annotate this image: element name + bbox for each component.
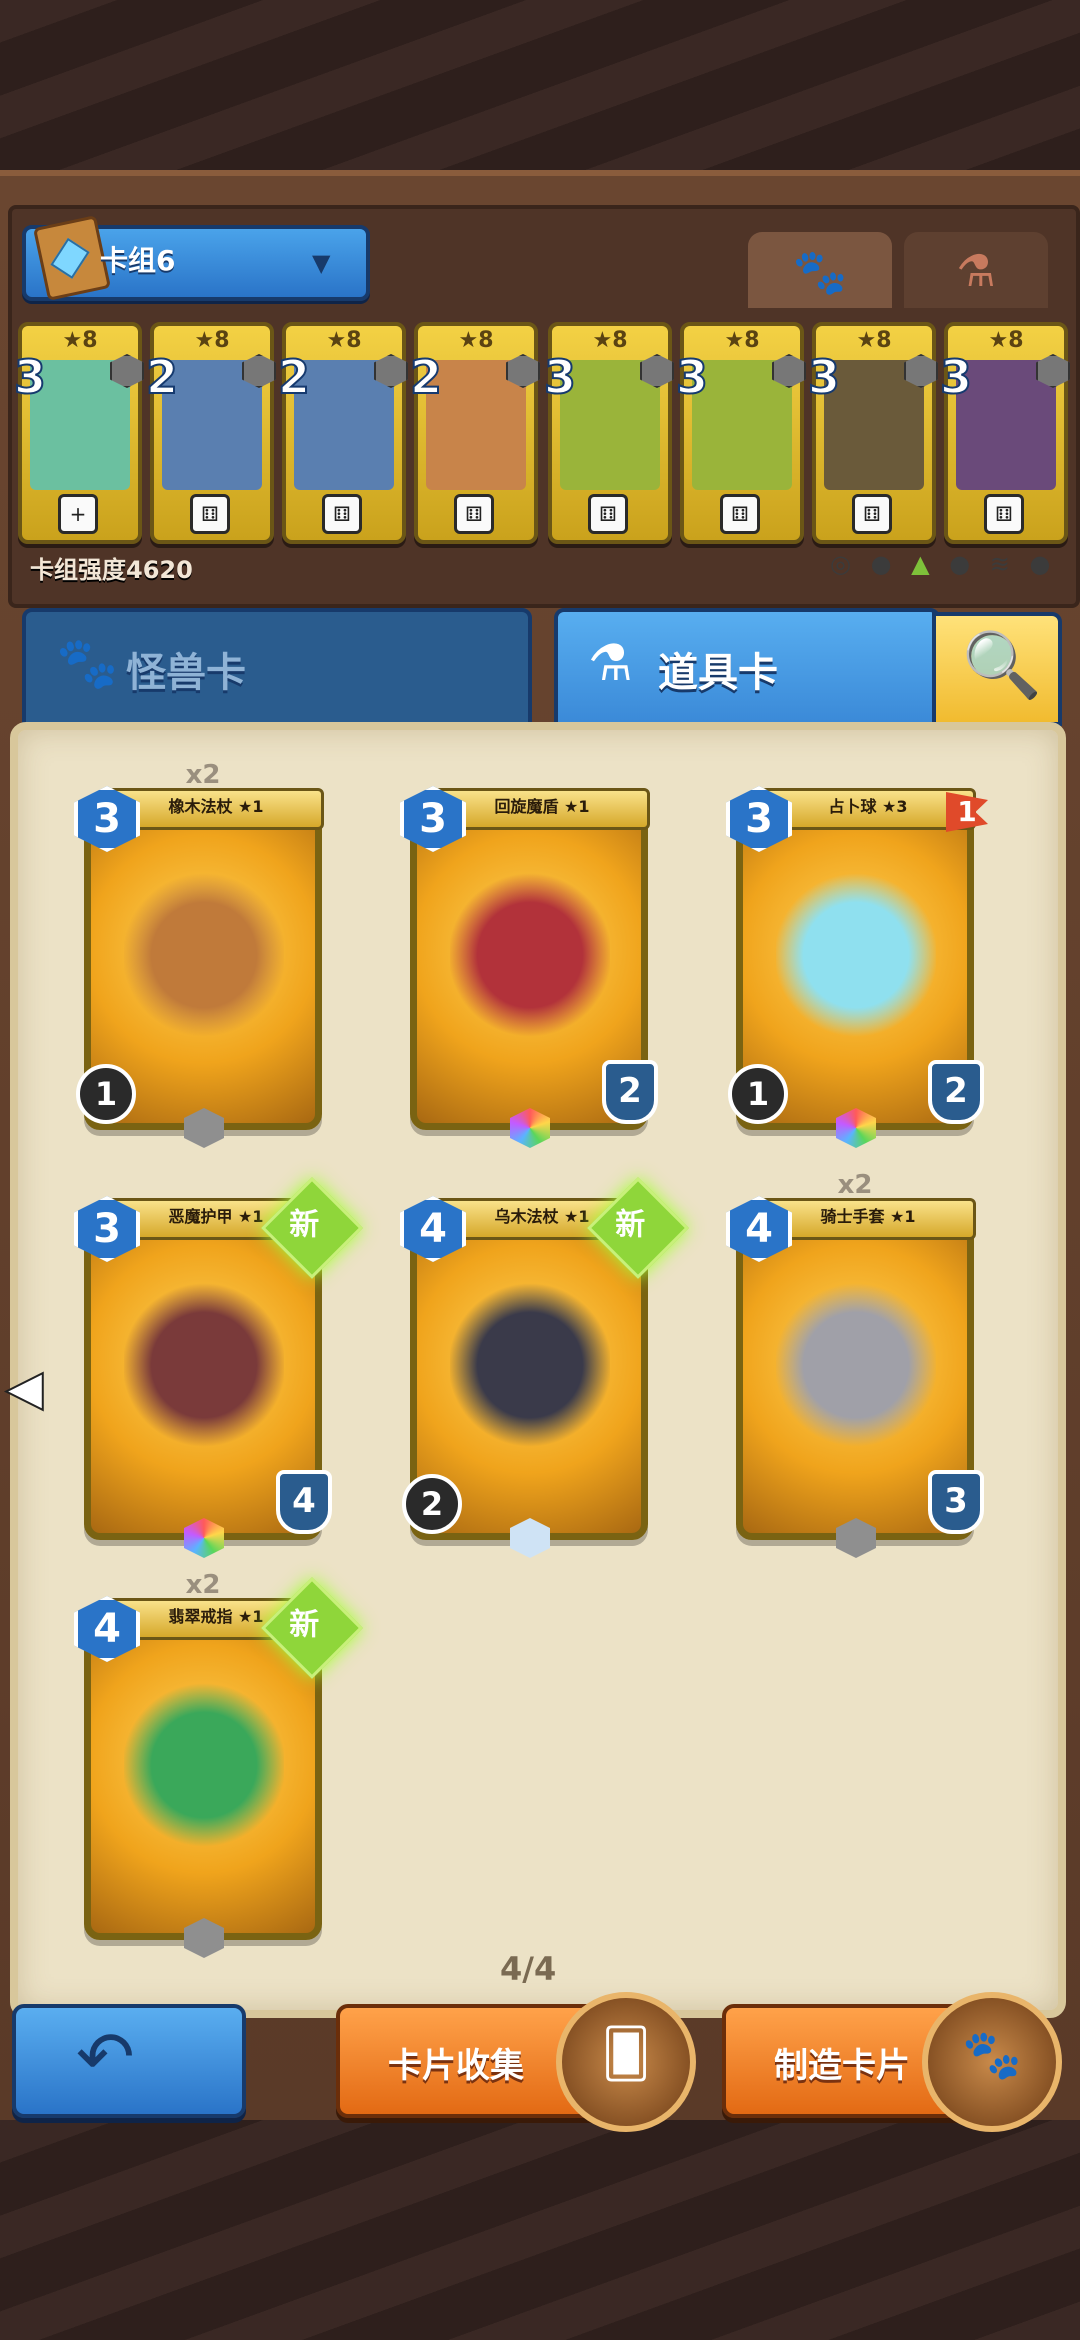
new-label: 新 xyxy=(289,1607,320,1643)
item-art xyxy=(776,870,936,1040)
item-card[interactable]: 恶魔护甲 ★1 3 新4 xyxy=(74,1177,363,1558)
card-cost: 3 xyxy=(13,349,47,405)
deck-card[interactable]: ★8 3 ⚅ xyxy=(939,322,1070,544)
back-arrow-icon: ↶ xyxy=(76,2016,135,2098)
deck-selector[interactable]: 卡组6 ▼ xyxy=(22,215,370,301)
paw-icon: 🐾 xyxy=(56,634,119,692)
armor-value: 3 xyxy=(928,1470,984,1534)
card-cost: 2 xyxy=(145,349,179,405)
dice-icon: ⚅ xyxy=(852,494,892,534)
card-cost: 3 xyxy=(807,349,841,405)
item-name: 橡木法杖 ★1 xyxy=(108,788,324,830)
card-cost: 3 xyxy=(675,349,709,405)
tab-monster-filter[interactable]: 🐾 xyxy=(748,232,892,308)
item-card[interactable]: 回旋魔盾 ★1 3 2 xyxy=(400,786,658,1148)
chevron-down-icon: ▼ xyxy=(312,249,331,277)
tab-item-label: 道具卡 xyxy=(658,650,778,696)
card-collection-badge-icon: 🂠 xyxy=(556,1992,696,2132)
deck-card[interactable]: ★8 3 + xyxy=(13,322,144,544)
tab-monster-label: 怪兽卡 xyxy=(126,650,246,696)
item-art xyxy=(124,870,284,1040)
item-card[interactable]: 橡木法杖 ★1 3 x2 1 xyxy=(74,760,324,1148)
dice-icon: ⚅ xyxy=(322,494,362,534)
armor-value: 4 xyxy=(276,1470,332,1534)
card-cost: 3 xyxy=(543,349,577,405)
new-label: 新 xyxy=(615,1207,646,1243)
card-cost: 3 xyxy=(939,349,973,405)
craft-card-button[interactable]: 制造卡片 🐾 xyxy=(722,1992,1062,2132)
item-art xyxy=(776,1280,936,1450)
search-icon: 🔍 xyxy=(962,629,1042,703)
item-card[interactable]: 乌木法杖 ★1 4 新2 xyxy=(400,1177,689,1558)
craft-potion-badge-icon: 🐾 xyxy=(922,1992,1062,2132)
item-count: x2 xyxy=(185,1570,221,1600)
craft-card-label: 制造卡片 xyxy=(774,2046,910,2086)
card-cost: 2 xyxy=(277,349,311,405)
card-collection-button[interactable]: 卡片收集 🂠 xyxy=(336,1992,696,2132)
item-name: 回旋魔盾 ★1 xyxy=(434,788,650,830)
dice-icon: ⚅ xyxy=(984,494,1024,534)
dice-icon: ⚅ xyxy=(190,494,230,534)
item-name: 占卜球 ★3 xyxy=(760,788,976,830)
item-card[interactable]: 翡翠戒指 ★1 4 x2 新 xyxy=(74,1570,363,1958)
page-count: 4/4 xyxy=(500,1950,557,1988)
item-art xyxy=(124,1280,284,1450)
prev-page-arrow-icon[interactable]: ◀ xyxy=(5,1359,44,1417)
item-art xyxy=(450,1280,610,1450)
tab-item-filter[interactable]: ⚗ xyxy=(904,232,1048,308)
bottom-background xyxy=(0,2120,1080,2340)
search-button[interactable]: 🔍 xyxy=(932,612,1062,726)
element-filter-icons[interactable]: ◎ ● ▲ ● ≋ ● xyxy=(830,550,1057,578)
tab-item-cards[interactable]: ⚗ 道具卡 xyxy=(554,608,940,726)
armor-value: 2 xyxy=(928,1060,984,1124)
tab-monster-cards[interactable]: 🐾 怪兽卡 xyxy=(22,608,532,726)
item-card[interactable]: 占卜球 ★3 3 121 xyxy=(726,786,988,1148)
deck-card[interactable]: ★8 3 ⚅ xyxy=(807,322,938,544)
dice-icon: ⚅ xyxy=(720,494,760,534)
deck-card[interactable]: ★8 3 ⚅ xyxy=(543,322,674,544)
paw-icon: 🐾 xyxy=(792,247,848,298)
uses-counter: 1 xyxy=(76,1064,136,1124)
deck-card[interactable]: ★8 2 ⚅ xyxy=(277,322,408,544)
new-label: 新 xyxy=(289,1207,320,1243)
card-cost: 2 xyxy=(409,349,443,405)
card-collection-label: 卡片收集 xyxy=(388,2046,524,2086)
item-art xyxy=(450,870,610,1040)
uses-counter: 1 xyxy=(728,1064,788,1124)
dice-icon: ⚅ xyxy=(454,494,494,534)
potion-icon: ⚗ xyxy=(956,246,996,297)
item-name: 骑士手套 ★1 xyxy=(760,1198,976,1240)
potion-icon: ⚗ xyxy=(588,634,633,692)
dice-icon: ⚅ xyxy=(588,494,628,534)
deck-card[interactable]: ★8 2 ⚅ xyxy=(409,322,540,544)
deck-name: 卡组6 xyxy=(100,244,176,277)
back-button[interactable]: ↶ xyxy=(12,2004,246,2118)
armor-value: 2 xyxy=(602,1060,658,1124)
uses-counter: 2 xyxy=(402,1474,462,1534)
item-count: x2 xyxy=(837,1170,873,1200)
deck-card[interactable]: ★8 3 ⚅ xyxy=(675,322,806,544)
item-count: x2 xyxy=(185,760,221,790)
deck-card[interactable]: ★8 2 ⚅ xyxy=(145,322,276,544)
item-card[interactable]: 骑士手套 ★1 4 x2 3 xyxy=(726,1170,984,1558)
dice-icon: + xyxy=(58,494,98,534)
deck-strength: 卡组强度4620 xyxy=(30,556,193,584)
item-art xyxy=(124,1680,284,1850)
